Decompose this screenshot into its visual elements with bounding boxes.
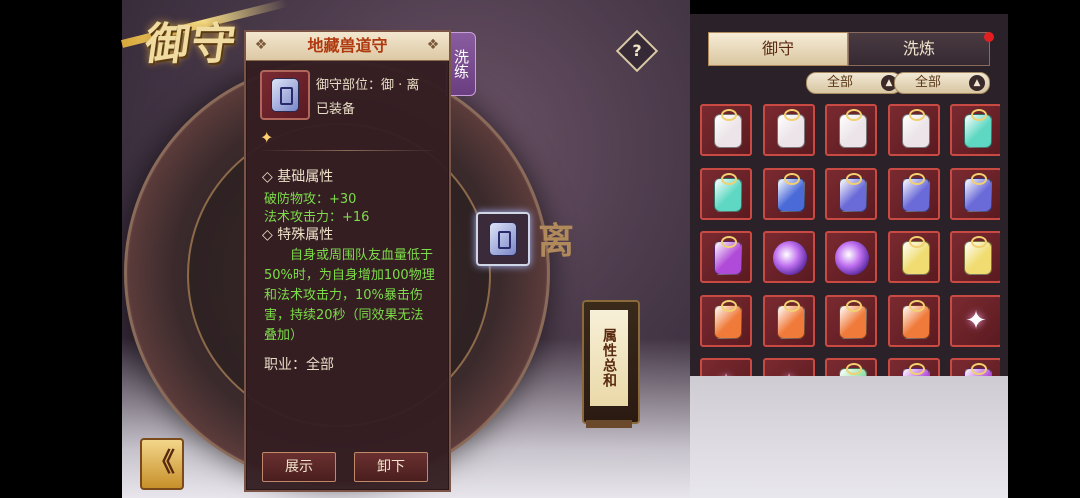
charm-knot-icon	[846, 109, 862, 121]
stat-line: 法术攻击力：+16	[264, 210, 370, 225]
inventory-charm-slot[interactable]	[888, 231, 940, 283]
lantern-label: 属性总和	[590, 310, 628, 406]
inventory-charm-slot[interactable]	[825, 231, 877, 283]
inventory-charm-slot[interactable]: ✦	[763, 358, 815, 376]
charm-knot-icon	[721, 300, 737, 312]
inventory-charm-slot[interactable]	[950, 168, 1000, 220]
charm-knot-icon	[971, 236, 987, 248]
divider	[258, 150, 438, 151]
filter-dropdown-1[interactable]: 全部 ▲	[806, 72, 902, 94]
inventory-charm-slot[interactable]: ✦	[950, 295, 1000, 347]
detail-header: ❖ 地藏兽道守 ❖	[246, 32, 449, 61]
charm-knot-icon	[721, 109, 737, 121]
inventory-charm-slot[interactable]	[700, 104, 752, 156]
inventory-charm-slot[interactable]	[950, 231, 1000, 283]
charm-icon	[489, 222, 517, 256]
inventory-charm-slot[interactable]	[825, 358, 877, 376]
stat-line: 破防物攻：+30	[264, 192, 357, 207]
attribute-total-lantern[interactable]: 属性总和	[582, 300, 640, 424]
show-button[interactable]: 展示	[262, 452, 336, 482]
slot-label: 离	[538, 220, 575, 262]
charm-knot-icon	[784, 109, 800, 121]
job-requirement: 职业：全部	[264, 357, 334, 373]
filter-label: 全部	[826, 75, 853, 90]
help-icon: ?	[632, 41, 642, 60]
inventory-charm-slot[interactable]	[825, 168, 877, 220]
filter-label: 全部	[914, 75, 941, 90]
charm-knot-icon	[909, 363, 925, 375]
inventory-charm-slot[interactable]	[763, 231, 815, 283]
charm-knot-icon	[971, 363, 987, 375]
charm-icon-box	[260, 70, 310, 120]
charm-knot-icon	[721, 173, 737, 185]
tab-refine[interactable]: 洗炼	[848, 32, 990, 66]
basic-attr-title: ◇ 基础属性	[262, 169, 334, 185]
lantern-stand	[586, 420, 632, 428]
inventory-panel-bottom	[690, 376, 1008, 498]
charm-slot-info: 御守部位：御 · 离	[316, 78, 420, 93]
charm-knot-icon	[784, 300, 800, 312]
swirl-charm-icon	[773, 241, 807, 275]
left-letterbox	[0, 0, 122, 498]
inventory-charm-slot[interactable]	[888, 168, 940, 220]
inventory-charm-slot[interactable]	[888, 358, 940, 376]
sparkle-icon: ✦	[260, 128, 274, 147]
inventory-charm-slot[interactable]	[763, 168, 815, 220]
inventory-charm-slot[interactable]	[950, 104, 1000, 156]
star-charm-icon: ✦	[702, 360, 750, 376]
charm-icon	[271, 78, 299, 112]
charm-knot-icon	[721, 236, 737, 248]
inventory-charm-slot[interactable]	[825, 104, 877, 156]
inventory-charm-slot[interactable]	[700, 295, 752, 347]
inventory-charm-slot[interactable]	[763, 295, 815, 347]
charm-knot-icon	[784, 173, 800, 185]
inventory-charm-slot[interactable]	[700, 231, 752, 283]
equipped-status: 已装备	[316, 102, 356, 117]
charm-knot-icon	[909, 236, 925, 248]
inventory-charm-slot[interactable]	[950, 358, 1000, 376]
charm-inventory-grid: ✦ ✦ ✦	[700, 104, 1000, 376]
notification-dot	[984, 32, 994, 42]
tab-charm[interactable]: 御守	[708, 32, 848, 66]
unequip-button[interactable]: 卸下	[354, 452, 428, 482]
right-letterbox	[1008, 0, 1080, 498]
swirl-charm-icon	[835, 241, 869, 275]
charm-knot-icon	[846, 173, 862, 185]
inventory-charm-slot[interactable]	[888, 104, 940, 156]
inventory-charm-slot[interactable]	[763, 104, 815, 156]
charm-knot-icon	[846, 300, 862, 312]
special-attr-title: ◇ 特殊属性	[262, 227, 334, 243]
charm-knot-icon	[846, 363, 862, 375]
dropdown-triangle-icon: ▲	[969, 75, 985, 91]
page-title: 御守	[141, 19, 241, 70]
charm-knot-icon	[971, 109, 987, 121]
filter-dropdown-2[interactable]: 全部 ▲	[894, 72, 990, 94]
charm-detail-panel: ❖ 地藏兽道守 ❖ 御守部位：御 · 离 已装备 ✦ ◇ 基础属性 破防物攻：+…	[244, 30, 451, 492]
charm-knot-icon	[909, 300, 925, 312]
charm-name: 地藏兽道守	[307, 36, 388, 55]
back-button[interactable]: 《	[140, 438, 184, 490]
equipped-slot[interactable]	[476, 212, 530, 266]
star-charm-icon: ✦	[765, 360, 813, 376]
inventory-charm-slot[interactable]: ✦	[700, 358, 752, 376]
charm-knot-icon	[909, 109, 925, 121]
charm-knot-icon	[971, 173, 987, 185]
charm-knot-icon	[909, 173, 925, 185]
star-charm-icon: ✦	[965, 306, 987, 336]
inventory-charm-slot[interactable]	[825, 295, 877, 347]
special-attr-text: 自身或周围队友血量低于50%时，为自身增加100物理和法术攻击力，10%暴击伤害…	[264, 248, 435, 343]
next-charm-icon[interactable]: ❖	[426, 38, 440, 52]
inventory-charm-slot[interactable]	[700, 168, 752, 220]
inventory-tabs: 御守 洗炼	[700, 32, 996, 66]
inventory-charm-slot[interactable]	[888, 295, 940, 347]
